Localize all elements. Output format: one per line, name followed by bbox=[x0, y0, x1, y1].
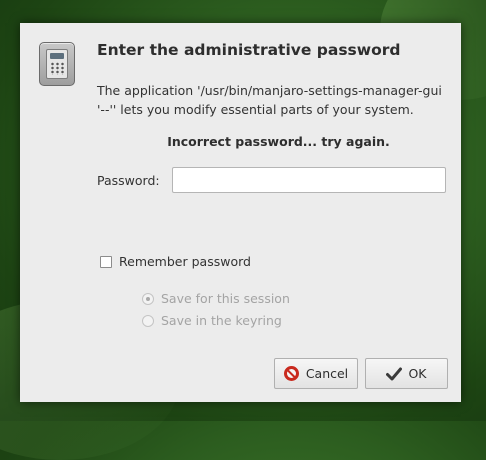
authentication-keypad-icon bbox=[39, 42, 75, 86]
radio-save-session[interactable]: Save for this session bbox=[142, 291, 290, 306]
cancel-button[interactable]: Cancel bbox=[274, 358, 358, 389]
checkmark-icon bbox=[386, 367, 403, 380]
radio-button[interactable] bbox=[142, 314, 154, 327]
checkbox-box[interactable] bbox=[100, 255, 112, 268]
dialog-title: Enter the administrative password bbox=[97, 41, 401, 59]
radio-save-keyring[interactable]: Save in the keyring bbox=[142, 313, 282, 328]
ok-button-label: OK bbox=[408, 366, 427, 381]
remember-password-label: Remember password bbox=[119, 254, 251, 269]
cancel-icon bbox=[283, 366, 299, 381]
ok-button[interactable]: OK bbox=[365, 358, 448, 389]
radio-save-keyring-label: Save in the keyring bbox=[161, 313, 282, 328]
password-dialog: Enter the administrative password The ap… bbox=[20, 23, 461, 402]
error-message: Incorrect password... try again. bbox=[167, 134, 390, 149]
dialog-message: The application '/usr/bin/manjaro-settin… bbox=[97, 83, 442, 117]
radio-save-session-label: Save for this session bbox=[161, 291, 290, 306]
password-input[interactable] bbox=[172, 167, 446, 193]
remember-password-checkbox[interactable]: Remember password bbox=[100, 254, 251, 269]
cancel-button-label: Cancel bbox=[305, 366, 349, 381]
password-label: Password: bbox=[97, 173, 160, 188]
radio-button[interactable] bbox=[142, 292, 154, 305]
